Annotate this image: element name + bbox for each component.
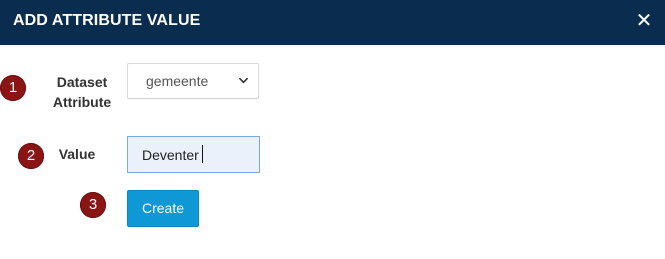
dialog-title: ADD ATTRIBUTE VALUE xyxy=(13,12,201,29)
text-caret xyxy=(202,145,203,163)
dataset-attribute-label-line1: Dataset xyxy=(56,74,108,90)
dataset-attribute-select[interactable]: gemeente xyxy=(127,63,259,99)
value-input-text: Deventer xyxy=(142,147,199,163)
value-input[interactable]: Deventer xyxy=(127,136,260,173)
step-2-badge: 2 xyxy=(18,143,44,169)
dataset-attribute-label: Dataset Attribute xyxy=(44,72,120,112)
add-attribute-value-dialog: ADD ATTRIBUTE VALUE ✕ 1 Dataset Attribut… xyxy=(0,0,665,259)
step-3-badge: 3 xyxy=(80,192,106,218)
chevron-down-icon xyxy=(239,77,248,84)
value-label: Value xyxy=(58,146,96,162)
step-1-badge: 1 xyxy=(0,75,26,101)
create-button[interactable]: Create xyxy=(127,190,199,227)
close-icon[interactable]: ✕ xyxy=(633,10,655,32)
dataset-attribute-selected-value: gemeente xyxy=(146,73,209,89)
dialog-header: ADD ATTRIBUTE VALUE ✕ xyxy=(0,0,665,45)
dataset-attribute-label-line2: Attribute xyxy=(52,94,112,110)
